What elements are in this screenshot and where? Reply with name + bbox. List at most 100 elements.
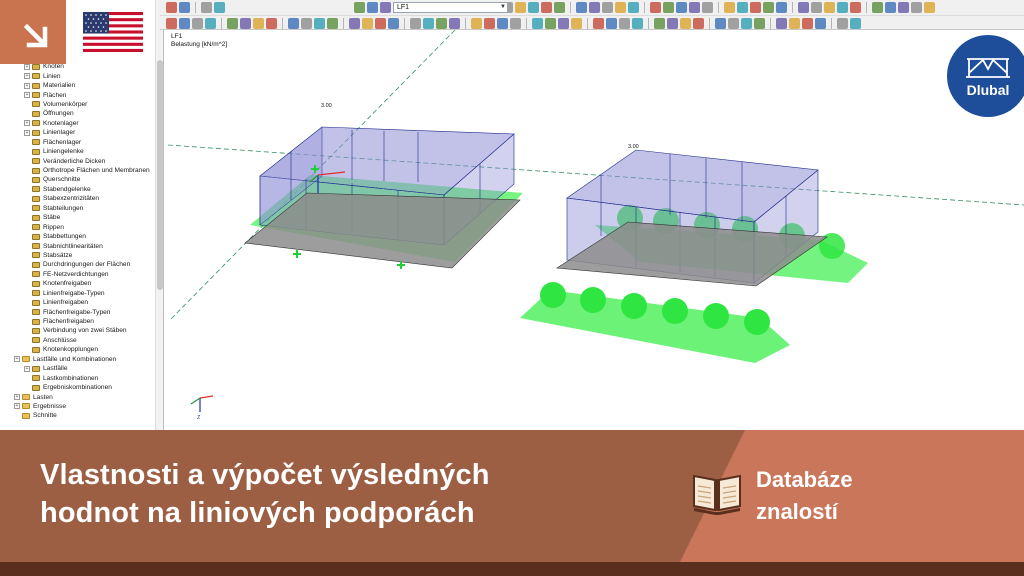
toolbar-button-icon[interactable] [676, 2, 687, 13]
expand-toggle-icon[interactable]: + [24, 92, 30, 99]
toolbar-button-icon[interactable] [179, 17, 190, 29]
toolbar-button-icon[interactable] [789, 17, 800, 29]
toolbar-button-icon[interactable] [201, 2, 212, 13]
toolbar-button-icon[interactable] [288, 17, 299, 29]
tree-item[interactable]: Flächenlager [0, 138, 154, 147]
tree-item[interactable]: + Lastfälle und Kombinationen [0, 355, 154, 364]
tree-item[interactable]: + Ergebnisse [0, 402, 154, 411]
tree-item[interactable]: FE-Netzverdichtungen [0, 270, 154, 279]
model-viewport[interactable]: LF1 Belastung [kN/m^2] 3.00 3.00 Z [168, 30, 1024, 430]
toolbar-button-icon[interactable] [776, 17, 787, 29]
tree-item[interactable]: Öffnungen [0, 109, 154, 118]
toolbar-button-icon[interactable] [205, 17, 216, 29]
toolbar-button-icon[interactable] [240, 17, 251, 29]
dlubal-logo[interactable]: Dlubal [945, 33, 1024, 119]
toolbar-button-icon[interactable] [872, 2, 883, 13]
toolbar-button-icon[interactable] [837, 17, 848, 29]
tree-item[interactable]: Liniengelenke [0, 147, 154, 156]
toolbar-button-icon[interactable] [663, 2, 674, 13]
toolbar-button-icon[interactable] [615, 2, 626, 13]
toolbar-button-icon[interactable] [763, 2, 774, 13]
tree-item[interactable]: + Lastfälle [0, 364, 154, 373]
toolbar-button-icon[interactable] [515, 2, 526, 13]
expand-toggle-icon[interactable]: + [24, 63, 30, 70]
tree-item[interactable]: Flächenfreigaben [0, 317, 154, 326]
toolbar-button-icon[interactable] [166, 17, 177, 29]
tree-item[interactable]: Rippen [0, 222, 154, 231]
tree-item[interactable]: Verbindung von zwei Stäben [0, 326, 154, 335]
toolbar-button-icon[interactable] [702, 2, 713, 13]
tree-item[interactable]: Stabteilungen [0, 204, 154, 213]
toolbar-button-icon[interactable] [327, 17, 338, 29]
toolbar-button-icon[interactable] [558, 17, 569, 29]
expand-toggle-icon[interactable]: + [14, 394, 20, 401]
toolbar-button-icon[interactable] [728, 17, 739, 29]
toolbar-button-icon[interactable] [314, 17, 325, 29]
knowledge-base-label[interactable]: Databáze znalostí [756, 464, 853, 528]
tree-item[interactable]: Schnitte [0, 411, 154, 420]
toolbar-button-icon[interactable] [911, 2, 922, 13]
tree-item[interactable]: Flächenfreigabe-Typen [0, 307, 154, 316]
toolbar-button-icon[interactable] [632, 17, 643, 29]
toolbar-button-icon[interactable] [266, 17, 277, 29]
expand-toggle-icon[interactable]: + [24, 129, 30, 136]
toolbar-button-icon[interactable] [754, 17, 765, 29]
tree-item[interactable]: Stabbettungen [0, 232, 154, 241]
toolbar-button-icon[interactable] [589, 2, 600, 13]
tree-item[interactable]: Stabsätze [0, 251, 154, 260]
tree-item[interactable]: Stabexzentrizitäten [0, 194, 154, 203]
toolbar-button-icon[interactable] [898, 2, 909, 13]
toolbar-button-icon[interactable] [554, 2, 565, 13]
toolbar-button-icon[interactable] [497, 17, 508, 29]
toolbar-button-icon[interactable] [253, 17, 264, 29]
toolbar-button-icon[interactable] [811, 2, 822, 13]
expand-toggle-icon[interactable]: + [24, 73, 30, 80]
toolbar-button-icon[interactable] [654, 17, 665, 29]
toolbar-button-icon[interactable] [776, 2, 787, 13]
toolbar-button-icon[interactable] [388, 17, 399, 29]
toolbar-button-icon[interactable] [737, 2, 748, 13]
toolbar-button-icon[interactable] [576, 2, 587, 13]
toolbar-button-icon[interactable] [192, 17, 203, 29]
tree-item[interactable]: Orthotrope Flächen und Membranen [0, 166, 154, 175]
expand-toggle-icon[interactable]: + [14, 403, 20, 410]
tree-item[interactable]: Knotenkopplungen [0, 345, 154, 354]
toolbar-button-icon[interactable] [528, 2, 539, 13]
tree-item[interactable]: + Flächen [0, 90, 154, 99]
toolbar-button-icon[interactable] [837, 2, 848, 13]
tree-item[interactable]: Stabendgelenke [0, 185, 154, 194]
toolbar-button-icon[interactable] [924, 2, 935, 13]
toolbar-button-icon[interactable] [850, 17, 861, 29]
tree-item[interactable]: Volumenkörper [0, 100, 154, 109]
tree-item[interactable]: Knotenfreigaben [0, 279, 154, 288]
toolbar-button-icon[interactable] [436, 17, 447, 29]
toolbar-button-icon[interactable] [715, 17, 726, 29]
toolbar-button-icon[interactable] [741, 17, 752, 29]
toolbar-button-icon[interactable] [532, 17, 543, 29]
tree-item[interactable]: + Linienlager [0, 128, 154, 137]
tree-item[interactable]: + Linien [0, 71, 154, 80]
toolbar-button-icon[interactable] [423, 17, 434, 29]
toolbar-button-icon[interactable] [380, 2, 391, 13]
toolbar-button-icon[interactable] [362, 17, 373, 29]
model-scene[interactable]: 3.00 3.00 Z [168, 30, 1024, 430]
tree-item[interactable]: Linienfreigabe-Typen [0, 289, 154, 298]
toolbar-button-icon[interactable] [619, 17, 630, 29]
load-case-select[interactable]: LF1 ▼ [393, 2, 508, 13]
toolbar-button-icon[interactable] [606, 17, 617, 29]
toolbar-button-icon[interactable] [214, 2, 225, 13]
toolbar-button-icon[interactable] [375, 17, 386, 29]
expand-toggle-icon[interactable]: + [14, 356, 20, 363]
tree-item[interactable]: Stabnichtlinearitäten [0, 241, 154, 250]
toolbar-button-icon[interactable] [602, 2, 613, 13]
toolbar-button-icon[interactable] [354, 2, 365, 13]
toolbar-button-icon[interactable] [471, 17, 482, 29]
toolbar-button-icon[interactable] [349, 17, 360, 29]
navigator-scroll-thumb[interactable] [157, 60, 163, 290]
toolbar-button-icon[interactable] [750, 2, 761, 13]
toolbar-button-icon[interactable] [179, 2, 190, 13]
toolbar-button-icon[interactable] [824, 2, 835, 13]
expand-toggle-icon[interactable]: + [24, 365, 30, 372]
toolbar-button-icon[interactable] [484, 17, 495, 29]
toolbar-button-icon[interactable] [689, 2, 700, 13]
